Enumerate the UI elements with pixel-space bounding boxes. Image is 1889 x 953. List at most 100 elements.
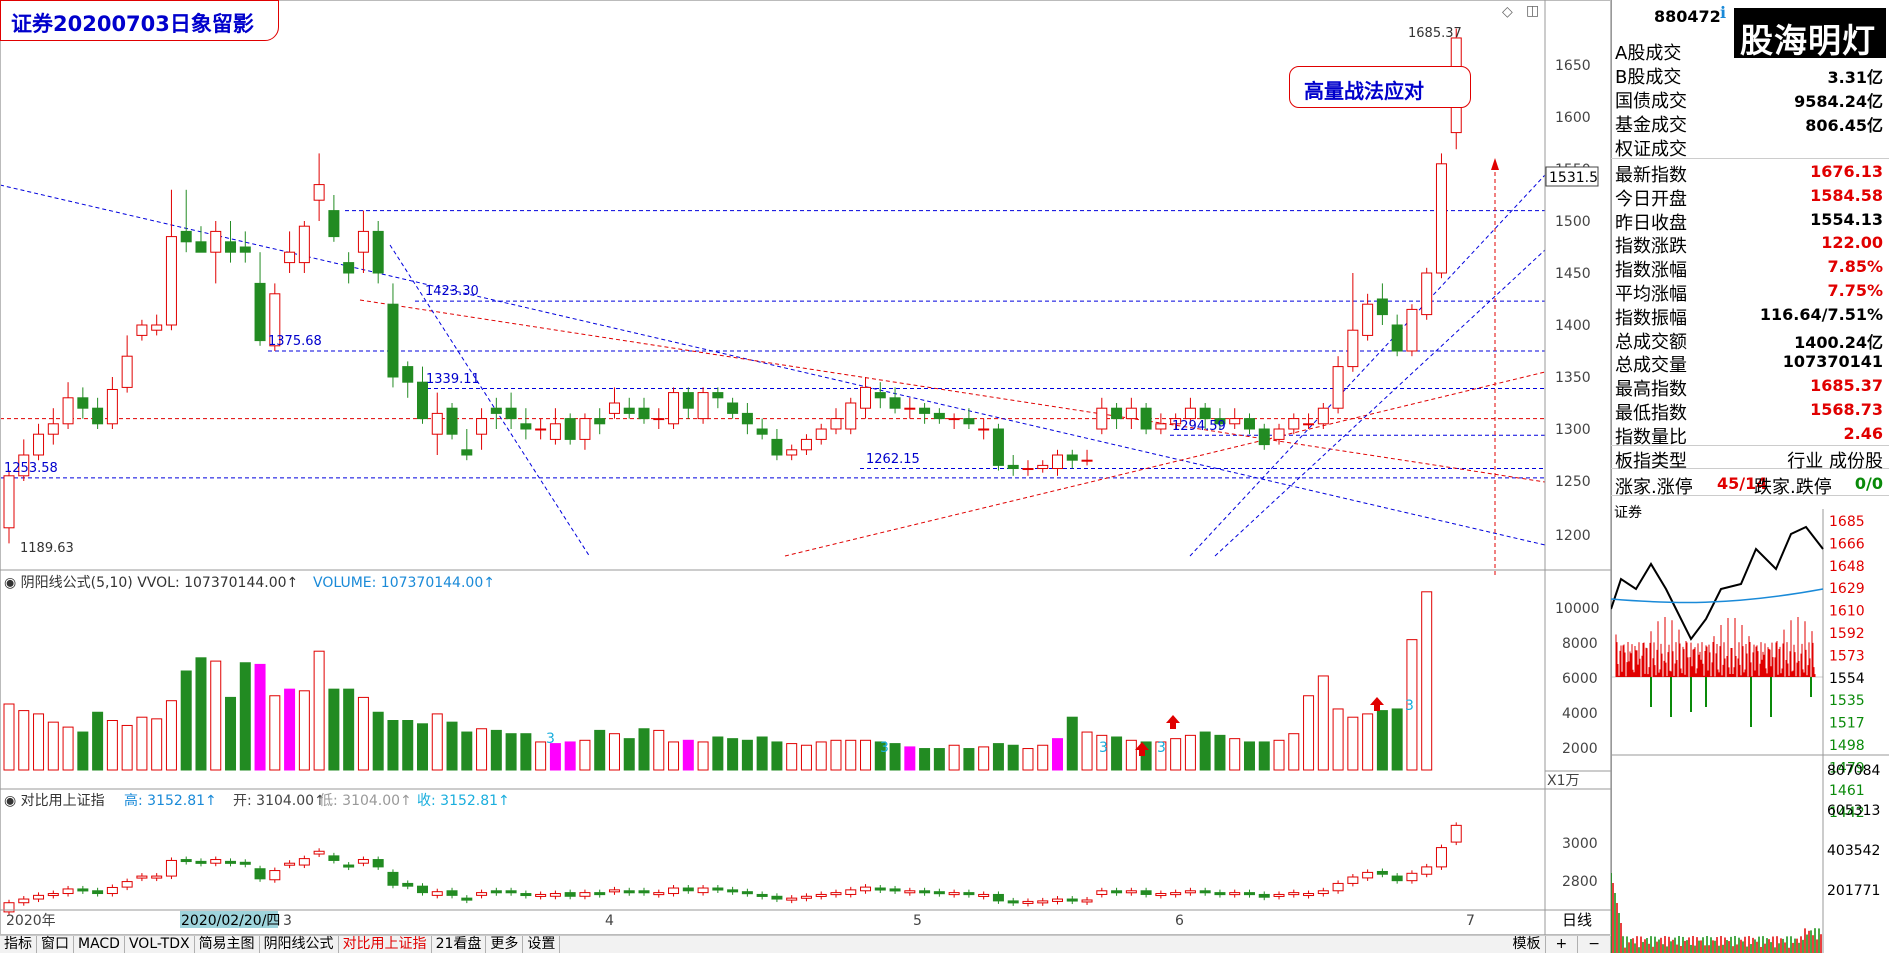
candle-body [845,402,857,430]
volume-bar [564,741,576,771]
board-type-value: 行业 成份股 [1787,451,1883,472]
mini-price-tick: 1573 [1829,648,1865,664]
zoom-in-button[interactable]: + [1546,936,1579,953]
candle-body [343,262,355,274]
volume-bar [1347,716,1359,771]
compare-candle-body [904,890,916,894]
compare-candle-body [1184,890,1196,894]
tab-compare-shanghai[interactable]: 对比用上证指 [339,936,432,953]
compare-candle-body [1066,898,1078,902]
volume-bar [579,739,591,771]
trade-row-value: 806.45亿 [1805,116,1883,135]
mini-vol-tick: 605313 [1827,803,1880,819]
volume-bar [756,736,768,771]
volume-bar [1066,716,1078,771]
candle-body [668,392,680,425]
tab-macd[interactable]: MACD [74,936,125,953]
mini-vol-tick: 201771 [1827,883,1880,899]
tab-yinyang-formula[interactable]: 阴阳线公式 [260,936,339,953]
candle-body [1096,407,1108,430]
candle-body [978,428,990,431]
volume-bar [151,718,163,771]
compare-candle-body [1376,870,1388,875]
volume-bar [653,729,665,771]
volume-bar [594,729,606,771]
price-tick: 1300 [1555,422,1591,438]
price-tick: 1250 [1555,474,1591,490]
candle-body [461,449,473,456]
candle-body [653,418,665,421]
candle-body [682,392,694,409]
volume-bar [549,743,561,771]
volume-bar [402,720,414,771]
compare-candle-body [446,890,458,896]
pin-icon[interactable]: ◇ [1502,4,1513,20]
candle-body [1184,407,1196,420]
level-label: 1339.11 [426,372,480,387]
vol-mark: 3 [546,731,555,747]
volume-bar [815,741,827,771]
mini-price-tick: 1461 [1829,783,1865,799]
vol-panel-header[interactable]: ◉ 阴阳线公式(5,10) VVOL: 107370144.00↑ [4,575,298,591]
candle-body [210,230,222,253]
zoom-out-button[interactable]: − [1578,936,1611,953]
template-button[interactable]: 模板 [1509,936,1546,953]
volume-bar [727,738,739,771]
x-axis-month: 5 [913,913,922,929]
candle-body [239,246,251,253]
compare-candle-body [1007,900,1019,904]
info-icon[interactable]: ℹ [1720,3,1726,22]
volume-bar [919,748,931,771]
candle-body [904,407,916,410]
candle-body [1362,303,1374,336]
cmp-panel-header[interactable]: ◉ 对比用上证指 [4,793,105,809]
period-label[interactable]: 日线 [1562,911,1592,929]
restore-icon[interactable]: ◫ [1526,3,1539,19]
vol-tick: 8000 [1562,636,1598,652]
candle-body [1037,464,1049,470]
compare-candle-body [668,887,680,895]
advance-decline-row: 涨家.涨停 45/14 跌家.跌停 0/0 [1611,472,1889,498]
volume-bar [210,660,222,771]
compare-candle-body [800,895,812,899]
index-row: 总成交额 1400.24亿 [1611,327,1889,353]
compare-candle-body [210,859,222,864]
volume-bar [1007,744,1019,771]
compare-candle-body [638,890,650,894]
price-tick: 1650 [1555,58,1591,74]
compare-candle-body [195,860,207,864]
tab-vol-tdx[interactable]: VOL-TDX [125,936,195,953]
index-row: 最新指数 1676.13 [1611,160,1889,186]
compare-candle-body [860,886,872,892]
bottom-tab-bar: 指标 窗口 MACD VOL-TDX 简易主图 阴阳线公式 对比用上证指 21看… [0,935,1611,953]
volume-bar [1081,731,1093,771]
price-tick: 1350 [1555,370,1591,386]
compare-candle-body [1288,892,1300,896]
candle-body [372,230,384,274]
volume-bar [343,688,355,771]
compare-candle-body [402,882,414,887]
mini-price-tick: 1629 [1829,581,1865,597]
tab-window[interactable]: 窗口 [37,936,74,953]
tab-more[interactable]: 更多 [486,936,524,953]
volume-bar [3,703,15,771]
candle-body [151,324,163,331]
candle-body [490,407,502,414]
tab-indicator[interactable]: 指标 [0,936,37,953]
intraday-mini-chart[interactable]: 1685 1666 1648 1629 1610 1592 1573 1554 1535 1517… [1611,509,1889,953]
tab-21-watch[interactable]: 21看盘 [432,936,487,953]
candlestick-chart-area[interactable]: 1650 1600 1550 1500 1450 1400 1350 1300 … [0,0,1611,935]
candle-body [225,241,237,253]
compare-candle-body [62,888,74,895]
tab-simple-main[interactable]: 简易主图 [195,936,260,953]
tab-settings[interactable]: 设置 [523,936,561,953]
high-label: 1685.37 [1408,26,1462,41]
cmp-open: 开: 3104.00↑ [233,793,326,809]
candle-body [1007,464,1019,470]
index-row-value: 1554.13 [1810,209,1883,229]
compare-candle-body [461,897,473,901]
candle-body [830,418,842,430]
volume-bar [1214,734,1226,771]
candle-body [402,366,414,383]
index-row-value: 2.46 [1843,423,1883,443]
